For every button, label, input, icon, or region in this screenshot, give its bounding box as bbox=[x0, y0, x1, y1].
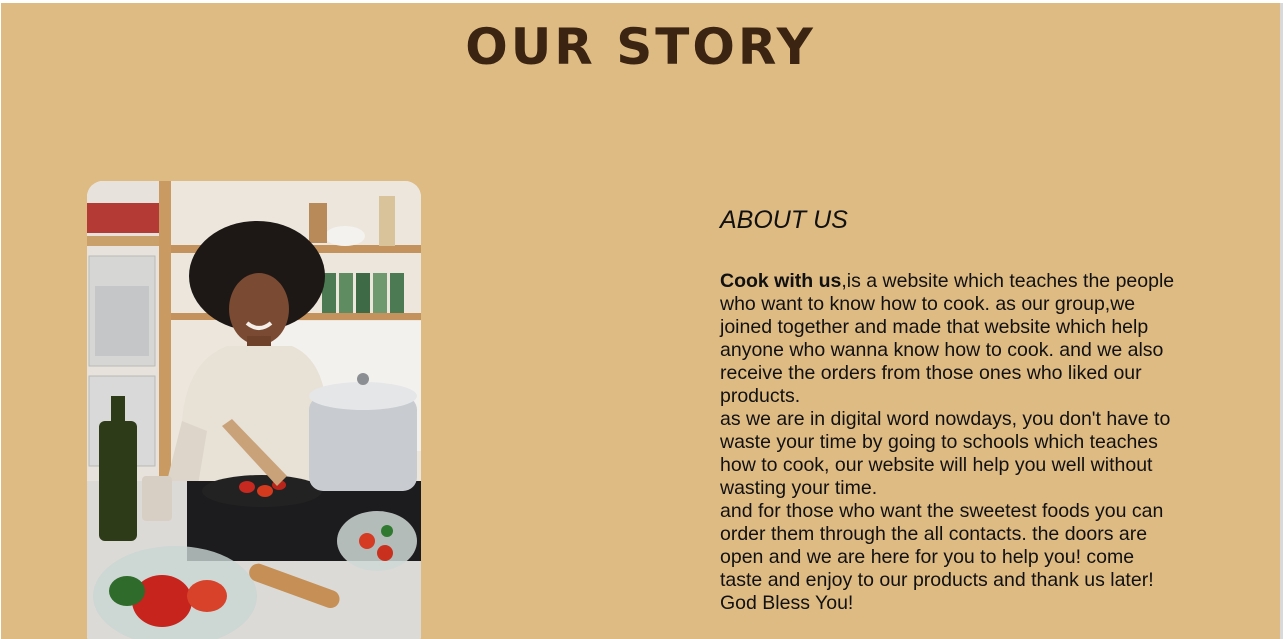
photo-image bbox=[87, 181, 421, 639]
brand-name: Cook with us bbox=[720, 270, 842, 292]
story-photo bbox=[87, 181, 421, 639]
page-title: OUR STORY bbox=[465, 18, 816, 76]
about-paragraph-3: and for those who want the sweetest food… bbox=[720, 500, 1164, 614]
about-text: Cook with us,is a website which teaches … bbox=[720, 270, 1180, 615]
about-paragraph-2: as we are in digital word nowdays, you d… bbox=[720, 408, 1171, 499]
about-section: ABOUT US Cook with us,is a website which… bbox=[720, 205, 1180, 615]
our-story-section: OUR STORY ABOUT US Cook with us,is a web… bbox=[1, 3, 1280, 639]
about-heading: ABOUT US bbox=[720, 206, 848, 234]
